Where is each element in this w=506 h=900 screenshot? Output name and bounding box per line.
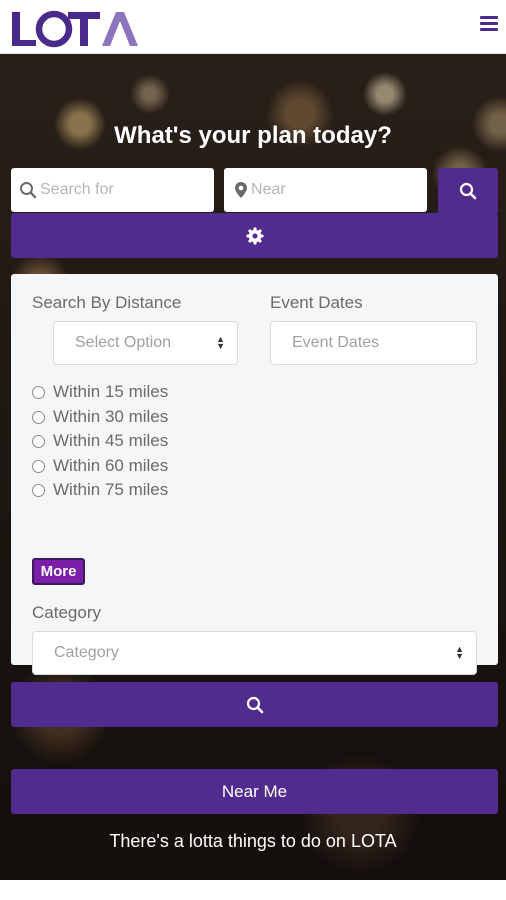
search-button[interactable] [438,168,498,214]
search-icon [246,696,263,713]
gear-icon [245,226,264,245]
submit-search-button[interactable] [11,682,498,727]
distance-select-value: Select Option [75,334,172,351]
search-placeholder: Search for [40,181,114,198]
category-label: Category [32,603,101,622]
radio-within-60[interactable]: Within 60 miles [32,456,168,476]
map-marker-icon [235,182,247,198]
category-select-value: Category [54,644,119,661]
radio-label: Within 45 miles [53,431,169,450]
sort-caret-icon: ▲ ▼ [455,644,464,661]
sort-caret-icon: ▲ ▼ [216,334,225,351]
tagline: There's a lotta things to do on LOTA [109,831,397,851]
near-input[interactable]: Near [224,168,427,212]
radio-button[interactable] [32,434,45,448]
search-input[interactable]: Search for [11,168,214,212]
filter-panel: Search By Distance Select Option ▲ ▼ Even… [11,274,498,675]
near-placeholder: Near [251,181,286,198]
search-icon [20,182,37,199]
radio-button[interactable] [32,483,45,497]
radio-label: Within 60 miles [53,456,169,475]
hero-title: What's your plan today? [114,122,392,149]
radio-within-75[interactable]: Within 75 miles [32,480,168,500]
bottom-strip [0,880,506,900]
hamburger-menu-icon[interactable] [480,16,498,34]
near-me-button[interactable]: Near Me [11,769,498,814]
distance-label: Search By Distance [32,293,182,312]
radio-label: Within 75 miles [53,480,169,499]
filters-toggle-button[interactable] [11,213,498,258]
radio-label: Within 15 miles [53,382,169,401]
lota-logo[interactable] [10,8,138,50]
hero-section: What's your plan today? Search for Near [0,54,506,880]
distance-select[interactable]: Select Option ▲ ▼ [53,321,238,365]
radio-label: Within 30 miles [53,407,169,426]
event-dates-input[interactable]: Event Dates [270,321,477,365]
radio-within-45[interactable]: Within 45 miles [32,431,168,451]
event-dates-label: Event Dates [270,293,363,312]
radio-button[interactable] [32,459,45,473]
radio-button[interactable] [32,385,45,399]
radio-within-15[interactable]: Within 15 miles [32,382,168,402]
search-icon [459,182,477,200]
radio-button[interactable] [32,410,45,424]
category-select[interactable]: Category ▲ ▼ [32,631,477,675]
radio-within-30[interactable]: Within 30 miles [32,407,168,427]
app-header [0,0,506,54]
more-button[interactable]: More [32,558,85,585]
event-dates-placeholder: Event Dates [292,334,380,351]
